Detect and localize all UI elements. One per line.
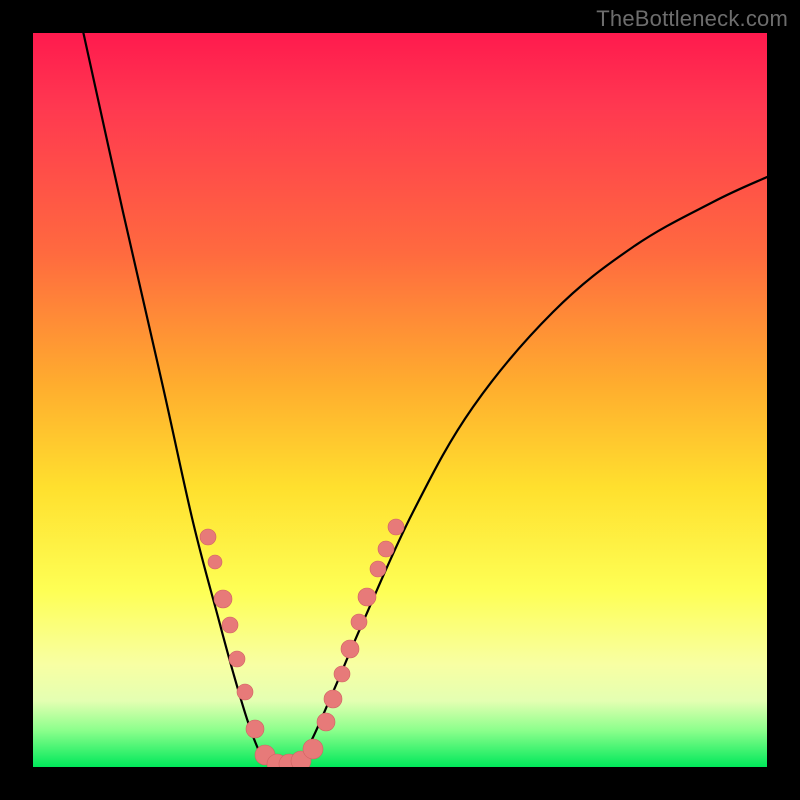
- data-dot: [237, 684, 253, 700]
- data-dot: [324, 690, 342, 708]
- data-dot: [317, 713, 335, 731]
- data-dot: [303, 739, 323, 759]
- data-dot: [200, 529, 216, 545]
- data-dot: [208, 555, 222, 569]
- watermark-text: TheBottleneck.com: [596, 6, 788, 32]
- data-dot: [222, 617, 238, 633]
- data-dot: [358, 588, 376, 606]
- data-dot: [229, 651, 245, 667]
- data-dot: [334, 666, 350, 682]
- data-dot: [370, 561, 386, 577]
- data-dots: [200, 519, 404, 767]
- data-dot: [246, 720, 264, 738]
- data-dot: [388, 519, 404, 535]
- data-dot: [214, 590, 232, 608]
- plot-area: [33, 33, 767, 767]
- data-dot: [341, 640, 359, 658]
- data-dot: [351, 614, 367, 630]
- chart-svg: [33, 33, 767, 767]
- data-dot: [378, 541, 394, 557]
- curve-right: [291, 177, 767, 765]
- chart-frame: TheBottleneck.com: [0, 0, 800, 800]
